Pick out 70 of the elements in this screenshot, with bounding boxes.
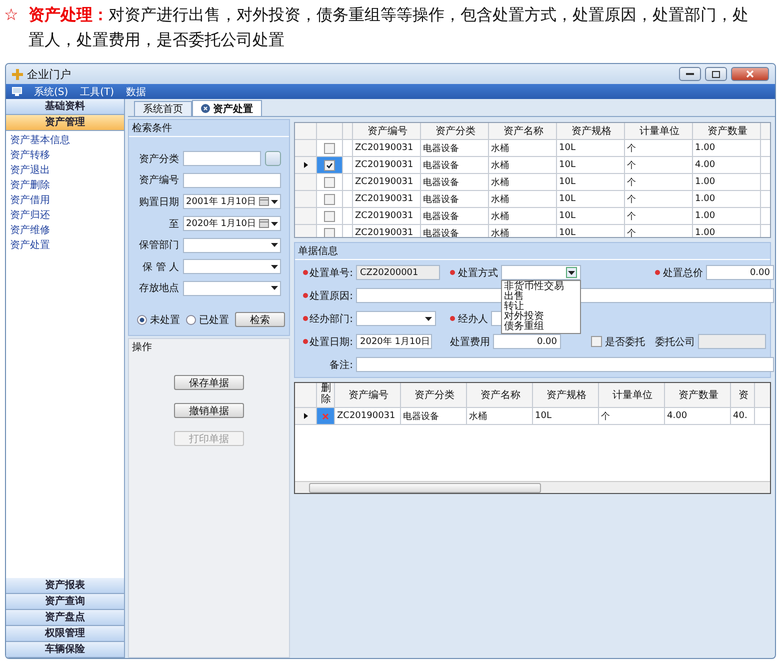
radio-label: 未处置: [150, 314, 180, 327]
field-label: 处置日期:: [310, 336, 353, 348]
field-label: 处置单号:: [310, 266, 353, 280]
table-cell: 电器设备: [421, 140, 489, 156]
table-cell: 40.: [731, 408, 755, 424]
field-label: 资产编号: [138, 174, 179, 188]
star-icon: ☆: [4, 2, 18, 60]
field-label: 经办人: [458, 312, 488, 326]
field-label: 至: [168, 218, 179, 231]
table-cell: 10L: [533, 408, 599, 424]
field-label: 资产分类: [138, 152, 179, 166]
table-cell: 电器设备: [421, 174, 489, 190]
table-cell: ZC20190031: [353, 174, 421, 190]
field-label: 是否委托: [605, 336, 645, 348]
table-cell: 水桶: [489, 140, 557, 156]
readonly-field: CZ20200001: [356, 265, 440, 280]
table-cell: 10L: [557, 208, 625, 224]
table-cell: 1.00: [693, 174, 761, 190]
table-cell: 个: [625, 157, 693, 173]
radio-label: 已处置: [199, 314, 229, 327]
table-cell: 个: [625, 208, 693, 224]
field-label: 购置日期: [138, 196, 179, 209]
table-cell: 个: [625, 191, 693, 207]
table-cell: 1.00: [693, 140, 761, 156]
field-label: 保管部门: [138, 238, 179, 252]
table-cell: 10L: [557, 225, 625, 237]
table-cell: ZC20190031: [335, 408, 401, 424]
table-cell: 1.00: [693, 208, 761, 224]
table-cell: 个: [625, 174, 693, 190]
table-cell: 电器设备: [421, 191, 489, 207]
field-label: 处置原因:: [310, 290, 353, 302]
field-label: 备注:: [330, 358, 353, 372]
table-cell: 10L: [557, 140, 625, 156]
window-title: 企业门户: [27, 66, 72, 82]
table-cell: 水桶: [489, 208, 557, 224]
table-cell: 10L: [557, 174, 625, 190]
table-cell: 水桶: [489, 157, 557, 173]
table-cell: 10L: [557, 191, 625, 207]
field-label: 处置费用: [450, 336, 490, 348]
table-cell: 个: [599, 408, 665, 424]
table-cell: 电器设备: [421, 157, 489, 173]
table-cell: ZC20190031: [353, 140, 421, 156]
table-cell: ZC20190031: [353, 225, 421, 237]
table-cell: 电器设备: [421, 208, 489, 224]
table-cell: 水桶: [489, 225, 557, 237]
table-cell: 电器设备: [401, 408, 467, 424]
table-cell: 电器设备: [421, 225, 489, 237]
table-cell: 水桶: [489, 191, 557, 207]
field-label: 处置方式: [458, 266, 498, 280]
field-label: 经办部门:: [310, 312, 353, 326]
field-label: 保 管 人: [142, 260, 179, 274]
table-cell: 4.00: [693, 157, 761, 173]
table-cell: 1.00: [693, 191, 761, 207]
table-cell: ZC20190031: [353, 157, 421, 173]
description-text: 资产处理：对资产进行出售，对外投资，债务重组等等操作，包含处置方式，处置原因，处置部门，处置人，处置费用，是否委托公司处置: [28, 4, 750, 51]
table-cell: 个: [625, 140, 693, 156]
field-label: 委托公司: [655, 336, 695, 348]
panel-title: 检索条件: [129, 120, 289, 137]
table-cell: ZC20190031: [353, 208, 421, 224]
table-cell: 水桶: [489, 174, 557, 190]
table-cell: ZC20190031: [353, 191, 421, 207]
panel-title: 单据信息: [295, 243, 770, 260]
table-cell: 4.00: [665, 408, 731, 424]
table-cell: 10L: [557, 157, 625, 173]
field-label: 存放地点: [138, 282, 179, 296]
field-label: 处置总价: [663, 266, 703, 280]
table-cell: 水桶: [467, 408, 533, 424]
table-cell: 个: [625, 225, 693, 237]
panel-title: 操作: [131, 341, 153, 355]
table-cell: 1.00: [693, 225, 761, 237]
